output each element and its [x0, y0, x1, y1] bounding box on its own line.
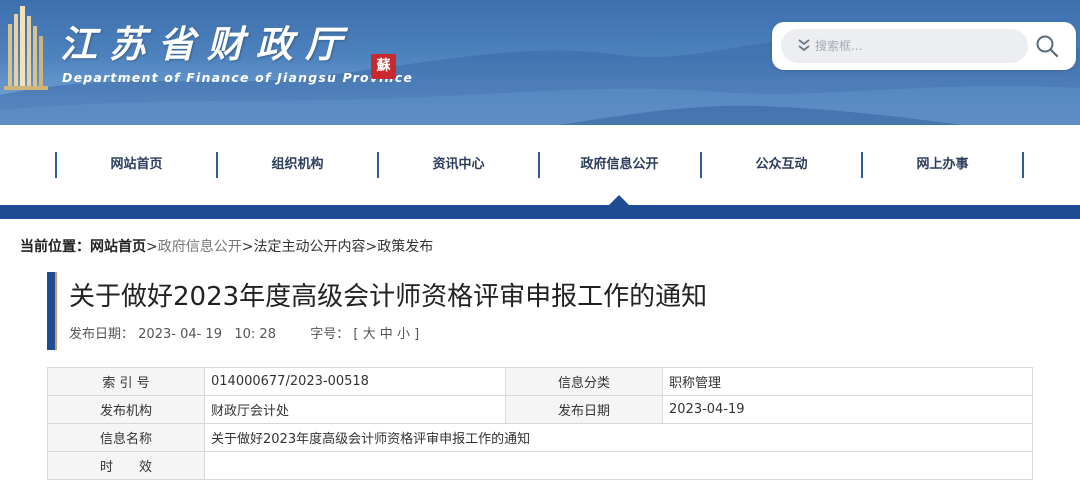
breadcrumb-home[interactable]: 网站首页 [90, 239, 146, 255]
search-input[interactable] [815, 29, 1020, 63]
breadcrumb: 当前位置：网站首页>政府信息公开>法定主动公开内容>政策发布 [20, 236, 433, 256]
page-title: 关于做好2023年度高级会计师资格评审申报工作的通知 [69, 282, 708, 312]
active-nav-pointer [609, 195, 629, 205]
font-size-bracket: ] [414, 327, 420, 342]
site-subtitle: Department of Finance of Jiangsu Provinc… [62, 70, 414, 85]
breadcrumb-separator: > [146, 239, 158, 255]
search-icon[interactable] [1034, 33, 1060, 59]
font-size-medium[interactable]: 中 [380, 327, 393, 342]
breadcrumb-label: 当前位置： [20, 239, 90, 255]
breadcrumb-separator: > [365, 239, 378, 255]
title-accent-bar [47, 272, 55, 350]
site-title: 江苏省财政厅 [60, 22, 354, 66]
seal-stamp: 蘇 [371, 54, 396, 79]
table-row: 发布机构 财政厅会计处 发布日期 2023-04-19 [47, 395, 1033, 424]
table-key-cell: 发布机构 [47, 395, 205, 424]
table-key-cell: 索 引 号 [47, 367, 205, 396]
font-size-bracket: [ [353, 327, 359, 342]
city-building-logo-icon [4, 6, 48, 90]
breadcrumb-statutory[interactable]: 法定主动公开内容 [253, 239, 365, 255]
nav-item-interaction[interactable]: 公众互动 [701, 152, 862, 178]
table-value-cell: 财政厅会计处 [204, 395, 506, 424]
table-value-cell: 职称管理 [662, 367, 1033, 396]
table-value-cell: 014000677/2023-00518 [204, 367, 506, 396]
nav-item-organization[interactable]: 组织机构 [217, 152, 378, 178]
table-row: 索 引 号 014000677/2023-00518 信息分类 职称管理 [47, 367, 1033, 396]
breadcrumb-separator: > [241, 239, 254, 255]
search-container [772, 22, 1076, 70]
nav-underline-bar [0, 205, 1080, 219]
publish-date-value: 2023- 04- 19 10: 28 [138, 327, 276, 342]
nav-item-home[interactable]: 网站首页 [56, 152, 217, 178]
font-size-label: 字号： [310, 327, 350, 342]
chevron-down-icon[interactable] [797, 38, 811, 54]
table-row: 时 效 [47, 451, 1033, 480]
site-banner: 江苏省财政厅 Department of Finance of Jiangsu … [0, 0, 1080, 125]
article-meta: 发布日期： 2023- 04- 19 10: 28 字号： [ 大 中 小 ] [69, 323, 419, 342]
search-field-wrapper [781, 29, 1028, 63]
nav-item-online-service[interactable]: 网上办事 [862, 152, 1023, 178]
table-key-cell: 时 效 [47, 451, 205, 480]
nav-item-gov-info[interactable]: 政府信息公开 [539, 152, 700, 178]
table-value-cell: 2023-04-19 [662, 395, 1033, 424]
nav-item-news[interactable]: 资讯中心 [378, 152, 539, 178]
nav-divider [1022, 152, 1024, 178]
article-header: 关于做好2023年度高级会计师资格评审申报工作的通知 发布日期： 2023- 0… [47, 272, 787, 350]
table-value-cell: 关于做好2023年度高级会计师资格评审申报工作的通知 [204, 423, 1033, 452]
font-size-large[interactable]: 大 [363, 327, 376, 342]
table-key-cell: 发布日期 [505, 395, 663, 424]
table-value-cell [204, 451, 1033, 480]
font-size-small[interactable]: 小 [397, 327, 410, 342]
breadcrumb-policy[interactable]: 政策发布 [377, 239, 433, 255]
breadcrumb-gov-info[interactable]: 政府信息公开 [158, 239, 242, 255]
table-key-cell: 信息名称 [47, 423, 205, 452]
table-row: 信息名称 关于做好2023年度高级会计师资格评审申报工作的通知 [47, 423, 1033, 452]
publish-date-label: 发布日期： [69, 327, 135, 342]
table-key-cell: 信息分类 [505, 367, 663, 396]
title-accent-line [55, 272, 57, 350]
info-table: 索 引 号 014000677/2023-00518 信息分类 职称管理 发布机… [47, 367, 1033, 480]
main-nav: 网站首页 组织机构 资讯中心 政府信息公开 公众互动 网上办事 [0, 125, 1080, 205]
